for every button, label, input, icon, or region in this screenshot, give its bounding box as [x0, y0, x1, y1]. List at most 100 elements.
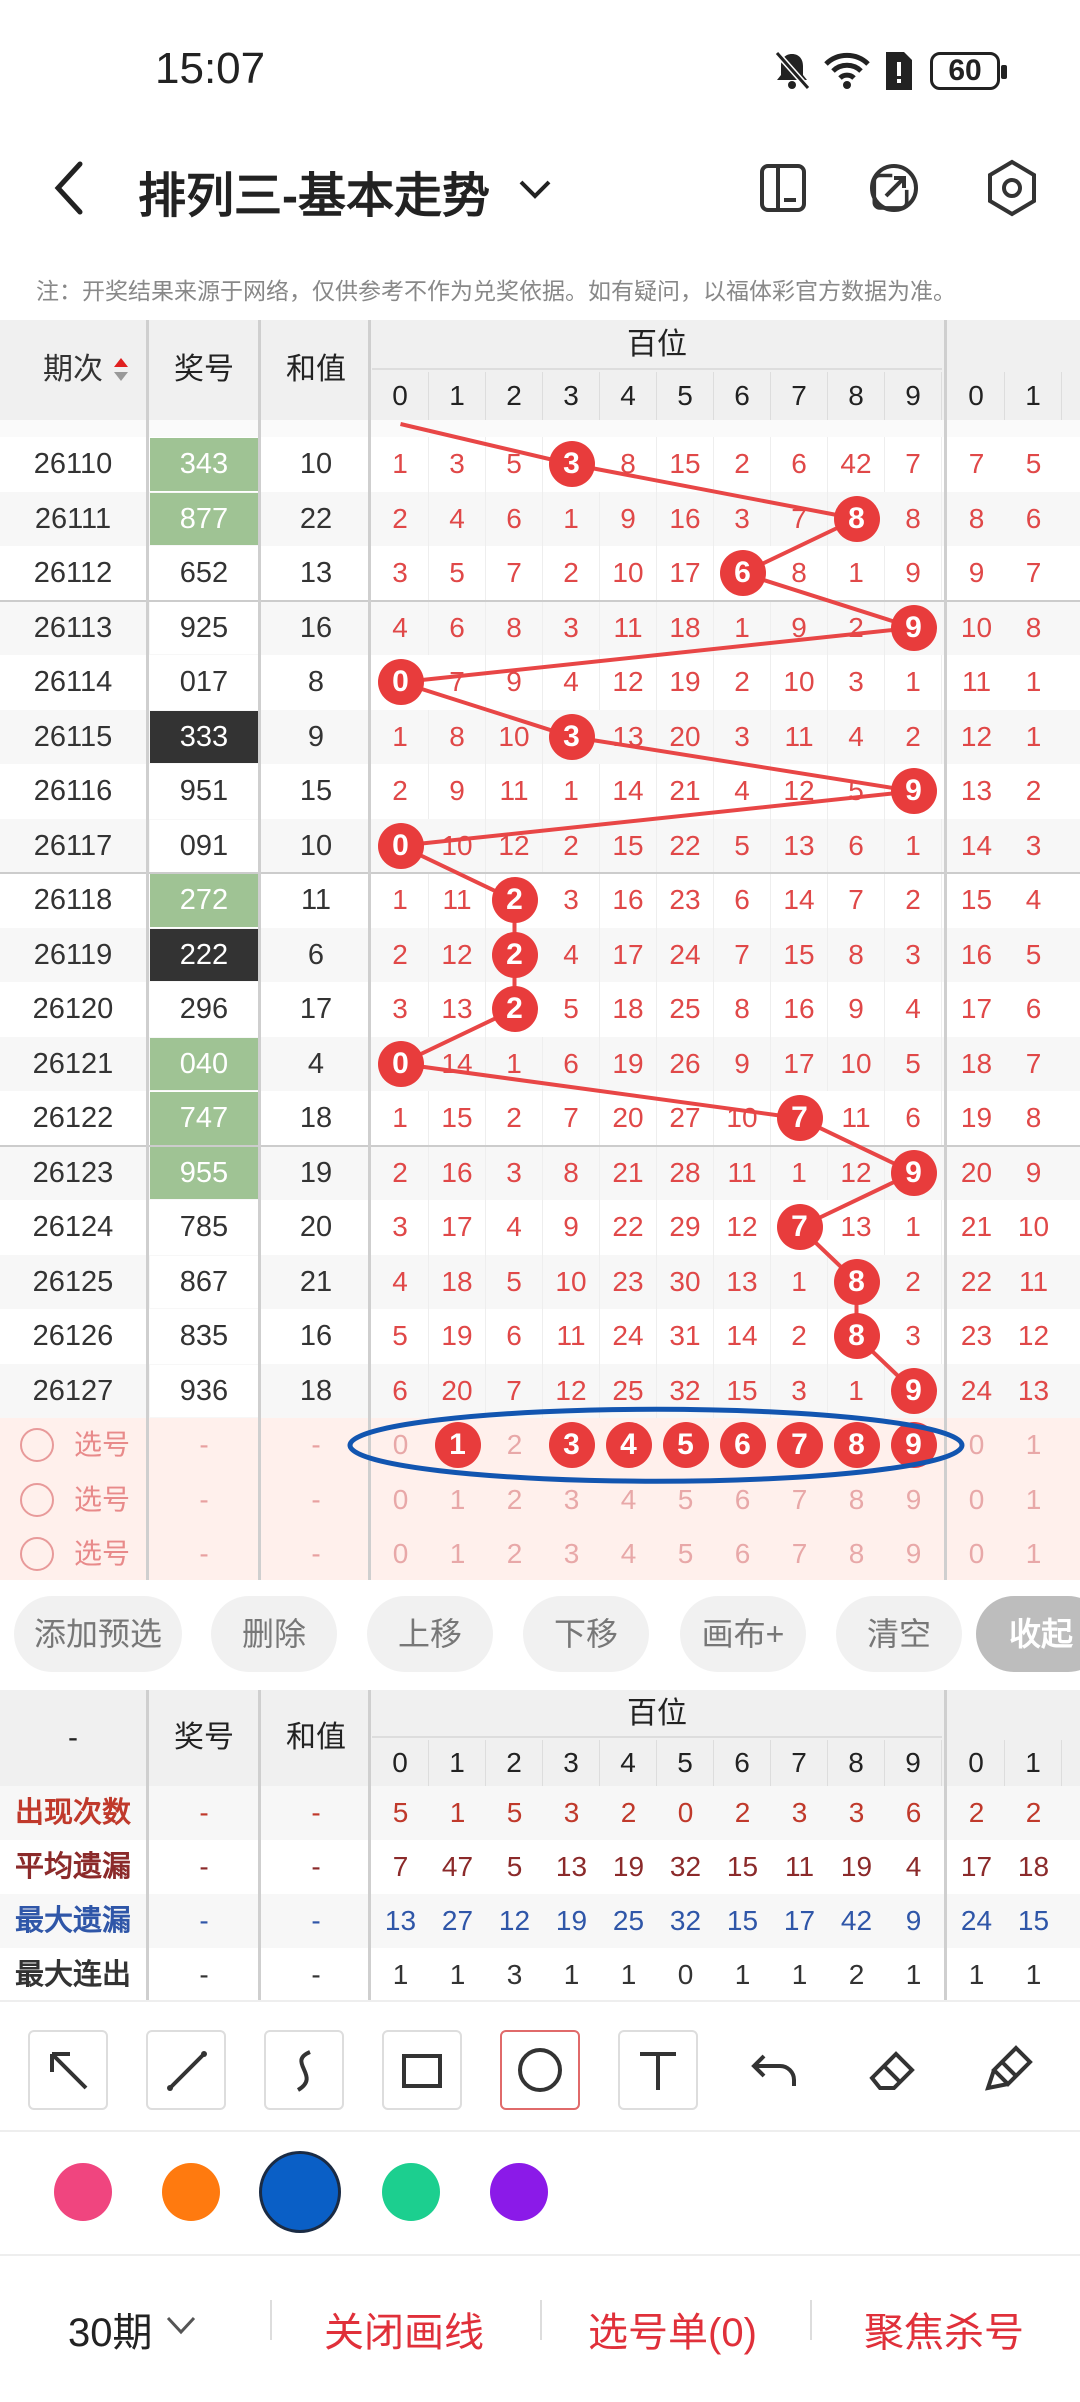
period-cell: 26113 [33, 611, 113, 644]
hit-ball: 7 [776, 1204, 823, 1251]
color-swatch-blue-selected[interactable] [262, 2154, 338, 2230]
eraser-icon[interactable] [854, 2030, 934, 2110]
pick-ball-selected[interactable]: 8 [833, 1422, 880, 1469]
sum-cell: 20 [299, 1211, 333, 1243]
color-swatch-purple[interactable] [490, 2163, 548, 2221]
pick-radio-icon[interactable] [20, 1428, 54, 1462]
pick-ball-selected[interactable]: 9 [890, 1422, 937, 1469]
pick-digit[interactable]: 1 [429, 1473, 486, 1528]
line-tool-icon[interactable] [146, 2030, 226, 2110]
pick-next-digit[interactable]: 1 [1005, 1527, 1062, 1580]
move-down-button[interactable]: 下移 [523, 1596, 649, 1672]
pick-ball-selected[interactable]: 1 [434, 1422, 481, 1469]
omission-cell: 2 [885, 709, 942, 764]
omission-cell: 25 [657, 982, 714, 1037]
period-cell: 26122 [32, 1102, 114, 1134]
pick-ball-selected[interactable]: 5 [662, 1422, 709, 1469]
circle-tool-icon[interactable] [500, 2030, 580, 2110]
clear-button[interactable]: 清空 [836, 1596, 962, 1672]
settings-gear-icon[interactable] [984, 158, 1040, 218]
focus-kill-button[interactable]: 聚焦杀号 [864, 2300, 1024, 2358]
share-icon[interactable] [868, 162, 920, 214]
pick-list-button[interactable]: 选号单(0) [588, 2300, 757, 2358]
omission-cell: 1 [543, 764, 600, 819]
omission-cell: 17 [600, 927, 657, 982]
pick-digit[interactable]: 9 [885, 1473, 942, 1528]
pick-ball-selected[interactable]: 4 [605, 1422, 652, 1469]
pick-digit[interactable]: 7 [771, 1527, 828, 1580]
arrow-tool-icon[interactable] [28, 2030, 108, 2110]
hit-ball: 7 [776, 1095, 823, 1142]
stats-value: 2 [620, 1797, 637, 1828]
color-swatch-orange[interactable] [162, 2163, 220, 2221]
pick-next-digit[interactable]: 1 [1005, 1418, 1062, 1473]
omission-cell: 3 [372, 546, 429, 601]
pick-digit[interactable]: 5 [657, 1473, 714, 1528]
close-drawing-button[interactable]: 关闭画线 [324, 2300, 484, 2358]
collapse-button[interactable]: 收起 [976, 1596, 1080, 1672]
phone-layout-icon[interactable] [758, 162, 808, 214]
omission-cell: 16 [429, 1145, 486, 1200]
color-swatch-green[interactable] [382, 2163, 440, 2221]
stats-value: 19 [555, 1905, 588, 1936]
pick-digit[interactable]: 2 [486, 1527, 543, 1580]
back-arrow-icon[interactable] [50, 160, 90, 216]
pick-digit[interactable]: 6 [714, 1527, 771, 1580]
omission-cell: 1 [372, 873, 429, 928]
period-selector[interactable]: 30期 [68, 2300, 153, 2358]
pick-digit[interactable]: 9 [885, 1527, 942, 1580]
text-tool-icon[interactable] [618, 2030, 698, 2110]
pick-next-digit[interactable]: 0 [948, 1418, 1005, 1473]
pick-digit[interactable]: 1 [429, 1527, 486, 1580]
curve-tool-icon[interactable] [264, 2030, 344, 2110]
pick-digit[interactable]: 0 [372, 1418, 429, 1473]
pick-digit[interactable]: 3 [543, 1527, 600, 1580]
pick-ball-selected[interactable]: 6 [719, 1422, 766, 1469]
move-up-button[interactable]: 上移 [367, 1596, 493, 1672]
sort-up-icon[interactable] [114, 358, 128, 367]
rectangle-tool-icon[interactable] [382, 2030, 462, 2110]
omission-cell: 27 [657, 1091, 714, 1146]
pick-digit[interactable]: 4 [600, 1473, 657, 1528]
group-divider [0, 872, 1080, 874]
pick-digit[interactable]: 8 [828, 1473, 885, 1528]
pick-digit[interactable]: 2 [486, 1473, 543, 1528]
chevron-down-icon[interactable] [515, 170, 555, 210]
stats-digit-header: 9 [885, 1740, 942, 1786]
omission-cell: 21 [657, 764, 714, 819]
pick-digit[interactable]: 5 [657, 1527, 714, 1580]
pick-digit[interactable]: 2 [486, 1418, 543, 1473]
period-header[interactable]: 期次 [0, 320, 146, 420]
clear-brush-icon[interactable] [972, 2030, 1052, 2110]
color-swatch-pink[interactable] [54, 2163, 112, 2221]
pick-digit[interactable]: 8 [828, 1527, 885, 1580]
pick-digit[interactable]: 6 [714, 1473, 771, 1528]
pick-next-digit[interactable]: 1 [1005, 1473, 1062, 1528]
pick-digit[interactable]: 0 [372, 1473, 429, 1528]
pick-radio-icon[interactable] [20, 1482, 54, 1517]
period-chevron-down-icon[interactable] [164, 2314, 198, 2338]
pick-ball-selected[interactable]: 3 [548, 1422, 595, 1469]
pick-radio-icon[interactable] [20, 1537, 54, 1571]
pick-digit[interactable]: 7 [771, 1473, 828, 1528]
stats-digit-header: 6 [714, 1740, 771, 1786]
stats-next-value: 15 [1017, 1905, 1050, 1936]
pick-ball-selected[interactable]: 7 [776, 1422, 823, 1469]
digit-header: 9 [885, 372, 942, 420]
delete-button[interactable]: 删除 [211, 1596, 337, 1672]
period-cell: 26120 [32, 993, 114, 1025]
omission-cell: 13 [714, 1254, 771, 1309]
pick-next-digit[interactable]: 0 [948, 1527, 1005, 1580]
pick-next-digit[interactable]: 0 [948, 1473, 1005, 1528]
pick-digit[interactable]: 4 [600, 1527, 657, 1580]
pick-digit[interactable]: 0 [372, 1527, 429, 1580]
add-preselect-button[interactable]: 添加预选 [14, 1596, 182, 1672]
stats-value: 7 [392, 1851, 409, 1882]
digit-header: 2 [486, 372, 543, 420]
canvas-plus-button[interactable]: 画布+ [680, 1596, 806, 1672]
sort-down-icon[interactable] [114, 372, 128, 381]
undo-icon[interactable] [736, 2030, 816, 2110]
hit-ball: 8 [833, 1258, 880, 1305]
pick-digit[interactable]: 3 [543, 1473, 600, 1528]
omission-cell: 9 [429, 764, 486, 819]
